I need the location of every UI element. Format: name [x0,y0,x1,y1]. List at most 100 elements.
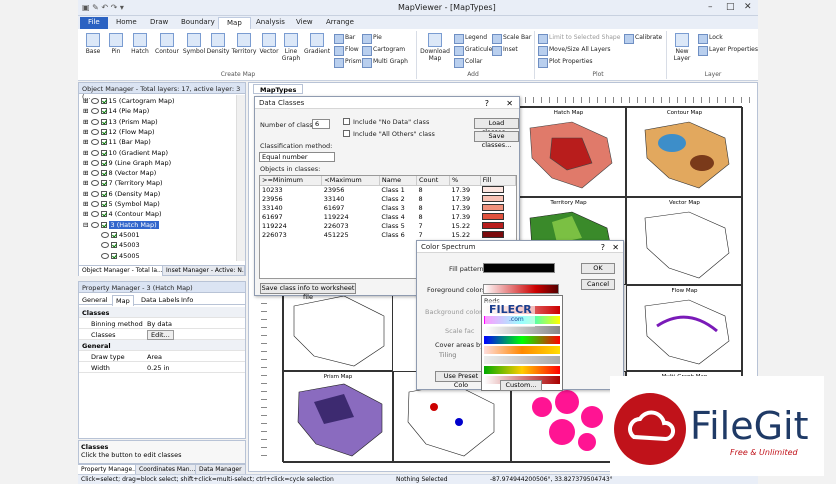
move-size-all-layers-button[interactable]: Move/Size All Layers [538,45,611,56]
edit-classes-button[interactable]: Edit... [147,330,174,340]
layer-checkbox[interactable] [100,170,107,177]
visibility-icon[interactable] [90,180,99,187]
gradient-option[interactable] [484,356,560,364]
gradient-option[interactable] [484,366,560,374]
visibility-icon[interactable] [90,190,99,197]
tab-map[interactable]: Map [112,295,134,306]
visibility-icon[interactable] [101,231,109,238]
expand-icon[interactable]: ⊞ [83,138,91,146]
minimize-button[interactable]: – [708,2,713,12]
foreground-colors-select[interactable] [483,284,559,294]
layer-checkbox[interactable] [100,149,107,156]
layer-checkbox[interactable] [100,190,107,197]
expand-icon[interactable]: ⊞ [83,200,91,208]
tab-info[interactable]: Info [181,296,193,304]
table-row[interactable]: 33140 61697 Class 3 8 17.39 [260,203,516,212]
tab-boundary[interactable]: Boundary [173,17,223,29]
pin-map-button[interactable]: Pin [106,33,126,55]
allothers-checkbox[interactable] [343,130,350,137]
legend-button[interactable]: Legend [454,33,487,44]
table-row[interactable]: 226073 451225 Class 6 7 15.22 [260,230,516,239]
layer-item[interactable]: ⊞ 11 (Bar Map) [83,137,151,147]
tree-sub-item[interactable]: 45001 [101,230,140,240]
nodata-checkbox[interactable] [343,118,350,125]
property-row[interactable]: Binning method By data [79,318,245,329]
inset-button[interactable]: Inset [492,45,518,56]
visibility-icon[interactable] [90,221,99,228]
gradient-option[interactable] [484,326,560,334]
document-tab[interactable]: MapTypes [253,84,304,94]
density-map-button[interactable]: Density [206,33,230,55]
expand-icon[interactable]: ⊞ [83,159,91,167]
flow-map-button[interactable]: Flow [334,45,359,56]
expand-icon[interactable]: ⊟ [83,221,91,229]
layer-item[interactable]: ⊟ 3 (Hatch Map) [83,220,159,230]
tab-draw[interactable]: Draw [142,17,176,29]
layer-checkbox[interactable] [100,128,107,135]
close-icon[interactable]: ✕ [506,99,513,108]
gradient-map-button[interactable]: Gradient [303,33,331,55]
symbol-map-button[interactable]: Symbol [182,33,206,55]
maximize-button[interactable]: □ [726,2,735,12]
layer-item[interactable]: ⊞ 9 (Line Graph Map) [83,158,171,168]
num-classes-input[interactable]: 6 [312,119,330,129]
layer-item[interactable]: ⊞ 4 (Contour Map) [83,209,162,219]
layer-checkbox[interactable] [111,231,117,238]
layer-checkbox[interactable] [100,211,107,218]
tab-general[interactable]: General [82,296,108,304]
flow-map-cell[interactable]: Flow Map [626,285,743,371]
close-icon[interactable]: ✕ [612,243,619,252]
fill-swatch[interactable] [480,194,515,203]
table-row[interactable]: 61697 119224 Class 4 8 17.39 [260,212,516,221]
quick-access-toolbar[interactable]: ▣ ✎ ↶ ↷ ▾ [82,3,124,12]
tab-analysis[interactable]: Analysis [248,17,293,29]
visibility-icon[interactable] [90,159,99,166]
lock-button[interactable]: Lock [698,33,723,44]
visibility-icon[interactable] [90,108,99,115]
visibility-icon[interactable] [90,211,99,218]
expand-icon[interactable]: ⊞ [83,210,91,218]
contour-map-button[interactable]: Contour [153,33,181,55]
section-classes[interactable]: Classes [79,307,245,318]
tab-data-labels[interactable]: Data Labels [141,296,180,304]
layer-checkbox[interactable] [100,221,107,228]
layer-checkbox[interactable] [100,108,107,115]
visibility-icon[interactable] [101,242,109,249]
gradient-option[interactable] [484,336,560,344]
layer-checkbox[interactable] [111,242,117,249]
layer-item[interactable]: ⊞ 13 (Prism Map) [83,117,158,127]
tab-map[interactable]: Map [218,17,251,29]
plot-properties-button[interactable]: Plot Properties [538,57,593,68]
layer-checkbox[interactable] [100,180,107,187]
expand-icon[interactable]: ⊞ [83,149,91,157]
ok-button[interactable]: OK [581,263,615,274]
fill-swatch[interactable] [480,185,515,194]
save-to-worksheet-button[interactable]: Save class info to worksheet file [260,283,356,301]
column-header[interactable]: >=Minimum [260,176,323,186]
hatch-map-button[interactable]: Hatch [128,33,152,55]
prism-map-button[interactable]: Prism [334,57,362,68]
tab-arrange[interactable]: Arrange [318,17,362,29]
visibility-icon[interactable] [90,139,99,146]
use-preset-colors-button[interactable]: Use Preset Colo [435,371,487,389]
expand-icon[interactable]: ⊞ [83,97,91,105]
layer-checkbox[interactable] [100,139,107,146]
line-graph-map-button[interactable]: Line Graph [280,33,302,62]
layer-checkbox[interactable] [111,252,117,259]
layer-checkbox[interactable] [100,159,107,166]
bar-map-button[interactable]: Bar [334,33,355,44]
tree-sub-item[interactable]: 45003 [101,240,140,250]
layer-item[interactable]: ⊞ 14 (Pie Map) [83,106,149,116]
visibility-icon[interactable] [90,149,99,156]
base-map-button[interactable]: Base [82,33,104,55]
tab-inset-manager[interactable]: Inset Manager - Active: N... [163,266,245,276]
method-select[interactable]: Equal number [259,152,335,162]
visibility-icon[interactable] [90,170,99,177]
close-button[interactable]: ✕ [744,2,752,12]
calibrate-button[interactable]: Calibrate [624,33,662,44]
vector-map-cell[interactable]: Vector Map [626,197,743,285]
custom-gradient-button[interactable]: Custom... [500,380,542,391]
section-general[interactable]: General [79,340,245,351]
layer-item[interactable]: ⊞ 7 (Territory Map) [83,178,163,188]
column-header[interactable]: Fill [480,176,517,186]
